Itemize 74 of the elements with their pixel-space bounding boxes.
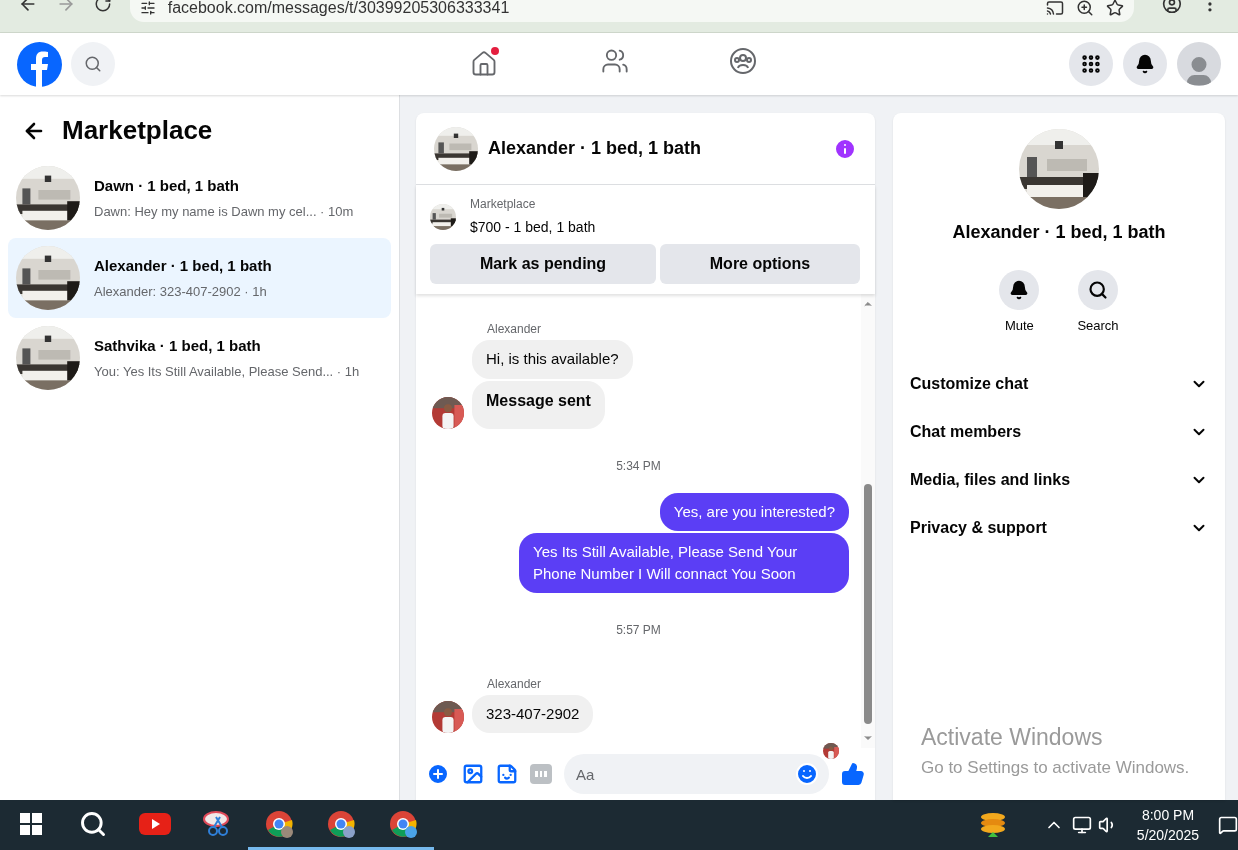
section-header[interactable]: Customize chat <box>901 359 1217 408</box>
like-icon[interactable] <box>841 762 865 786</box>
site-settings-icon[interactable] <box>139 0 156 16</box>
star-icon[interactable] <box>1106 0 1125 17</box>
bell-icon <box>1135 54 1155 74</box>
section-label: Customize chat <box>910 373 1029 394</box>
listing-title: $700 - 1 bed, 1 bath <box>470 218 596 237</box>
conversation-name: Alexander · 1 bed, 1 bath <box>94 256 272 276</box>
conversation-preview: Dawn: Hey my name is Dawn my cel... · 10m <box>94 202 354 221</box>
panel-title: Marketplace <box>62 114 213 147</box>
reload-icon[interactable] <box>93 0 112 13</box>
message-bubble: Hi, is this available? <box>472 340 633 379</box>
section-header[interactable]: Privacy & support <box>901 503 1217 552</box>
search-button[interactable] <box>1078 270 1118 310</box>
message-bubble: 323-407-2902 <box>472 694 594 733</box>
logo-icon[interactable] <box>17 41 62 87</box>
bell-icon <box>1009 280 1030 300</box>
chrome-icon[interactable] <box>326 808 356 839</box>
conversation-preview: Alexander: 323-407-2902 · 1h <box>94 282 268 301</box>
address-bar[interactable]: facebook.com/messages/t/30399205306333341 <box>129 0 1135 22</box>
account-button[interactable] <box>1177 42 1221 86</box>
section-header[interactable]: Media, files and links <box>901 455 1217 504</box>
search-icon[interactable] <box>79 809 107 838</box>
url-text: facebook.com/messages/t/30399205306333341 <box>167 0 511 18</box>
timestamp: 5:34 PM <box>615 457 662 475</box>
sender-name: Alexander <box>487 321 543 338</box>
timestamp: 5:57 PM <box>615 621 662 639</box>
action-label: Mute <box>1004 317 1034 335</box>
scrollbar[interactable] <box>861 294 875 748</box>
message-input[interactable]: Aa <box>564 754 829 794</box>
section-header[interactable]: Chat members <box>901 407 1217 456</box>
section-label: Media, files and links <box>910 469 1071 490</box>
notifications-button[interactable] <box>1123 42 1167 86</box>
message-bubble: Yes Its Still Available, Please Send Your Phone Number I Will connact You Soon <box>519 532 849 593</box>
conversation-name: Dawn · 1 bed, 1 bath <box>94 176 241 196</box>
activation-title: Activate Windows <box>921 723 1104 752</box>
conversation-name: Sathvika · 1 bed, 1 bath <box>94 336 262 356</box>
play-icon[interactable] <box>139 812 171 835</box>
network-icon[interactable] <box>1072 815 1092 835</box>
action-button[interactable]: More options <box>660 244 860 284</box>
groups-icon[interactable] <box>729 47 757 75</box>
action-button[interactable]: Mark as pending <box>430 244 656 284</box>
mute-button[interactable] <box>999 270 1040 310</box>
add-icon[interactable] <box>426 762 450 786</box>
windows-logo-icon[interactable] <box>20 812 42 835</box>
section-label: Chat members <box>910 421 1022 442</box>
clock-date: 5/20/2025 <box>1136 826 1200 845</box>
message-bubble: Yes, are you interested? <box>659 492 849 531</box>
profile-icon[interactable] <box>1162 0 1183 14</box>
menu-button[interactable] <box>1069 42 1113 86</box>
chat-title: Alexander · 1 bed, 1 bath <box>488 137 703 160</box>
scissors-icon[interactable] <box>202 808 232 839</box>
details-title: Alexander · 1 bed, 1 bath <box>952 221 1166 244</box>
message-bubble: Message sent <box>472 380 605 429</box>
conversation-preview: You: Yes Its Still Available, Please Send... · 1h <box>94 362 360 381</box>
sticker-icon[interactable] <box>496 763 518 785</box>
zoom-icon[interactable] <box>1076 0 1095 17</box>
friends-icon[interactable] <box>601 47 629 75</box>
cast-icon[interactable] <box>1046 0 1065 17</box>
sender-name: Alexander <box>487 675 543 693</box>
action-label: Search <box>1077 317 1119 335</box>
search-icon <box>84 55 102 73</box>
activation-subtitle: Go to Settings to activate Windows. <box>921 756 1190 779</box>
chrome-icon[interactable] <box>264 808 294 839</box>
notifications-icon[interactable] <box>1218 815 1238 835</box>
search-icon <box>1088 280 1108 300</box>
photo-icon[interactable] <box>462 763 484 785</box>
chrome-icon[interactable] <box>388 808 418 839</box>
clock-time: 8:00 PM <box>1141 806 1195 825</box>
conversation-item[interactable]: Alexander · 1 bed, 1 bath Alexander: 323-407-2902 · 1h <box>8 238 391 318</box>
listing-label: Marketplace <box>470 196 537 213</box>
coins-icon[interactable] <box>978 811 1008 839</box>
section-label: Privacy & support <box>910 517 1047 538</box>
grid-icon <box>1080 53 1102 75</box>
